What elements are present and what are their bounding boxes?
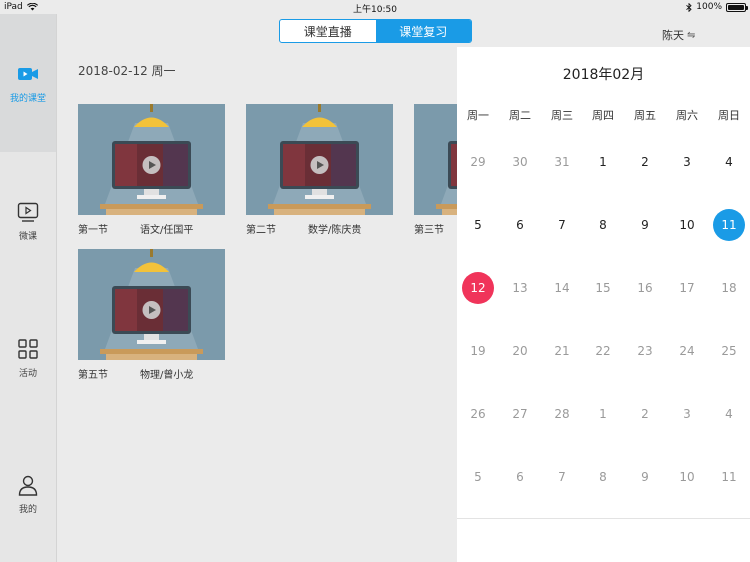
- calendar-day[interactable]: 3: [671, 398, 703, 430]
- calendar-day[interactable]: 6: [504, 461, 536, 493]
- tab-live-class[interactable]: 课堂直播: [280, 20, 376, 42]
- calendar-day[interactable]: 5: [462, 461, 494, 493]
- video-camera-icon: [18, 68, 38, 80]
- calendar-day[interactable]: 28: [546, 398, 578, 430]
- calendar-day[interactable]: 2: [629, 146, 661, 178]
- calendar-month-title: 2018年02月: [562, 67, 645, 83]
- lesson-thumbnail[interactable]: [78, 104, 225, 215]
- class-mode-tabs: 课堂直播 课堂复习: [279, 19, 472, 43]
- calendar-day[interactable]: 17: [671, 272, 703, 304]
- calendar-day[interactable]: 18: [713, 272, 745, 304]
- calendar-day[interactable]: 9: [629, 461, 661, 493]
- weekday-label: 周四: [592, 109, 614, 122]
- lesson-period: 第五节: [78, 370, 108, 381]
- swap-icon: ⇋: [687, 29, 696, 41]
- weekday-label: 周三: [551, 109, 573, 122]
- lesson-thumbnail[interactable]: [78, 249, 225, 360]
- sidebar-item-label: 微课: [18, 231, 37, 242]
- calendar-day[interactable]: 29: [462, 146, 494, 178]
- calendar-day[interactable]: 9: [629, 209, 661, 241]
- user-name: 陈天: [662, 29, 684, 42]
- sidebar: 我的课堂 微课 活动 我的: [0, 14, 57, 562]
- lesson-period: 第三节: [414, 225, 444, 236]
- calendar-day[interactable]: 5: [462, 209, 494, 241]
- battery-icon: [726, 2, 748, 12]
- calendar-day-today[interactable]: 12: [462, 272, 494, 304]
- calendar-day[interactable]: 26: [462, 398, 494, 430]
- calendar-day[interactable]: 20: [504, 335, 536, 367]
- lesson-card[interactable]: 第五节 物理/曾小龙: [78, 249, 225, 381]
- lesson-card[interactable]: 第三节: [414, 104, 457, 236]
- status-bar: iPad 上午10:50 100%: [0, 0, 750, 15]
- weekday-label: 周五: [634, 109, 656, 122]
- lesson-subject: 语文/任国平: [140, 225, 194, 236]
- calendar-panel: 2018年02月 周一 周二 周三 周四 周五 周六 周日 29 30 31 1 2 3 4…: [457, 47, 750, 562]
- lesson-period: 第二节: [246, 225, 276, 236]
- calendar-day[interactable]: 2: [629, 398, 661, 430]
- calendar-day[interactable]: 7: [546, 461, 578, 493]
- clock: 上午10:50: [353, 5, 397, 15]
- lesson-subject: 物理/曾小龙: [140, 370, 194, 381]
- lesson-period: 第一节: [78, 225, 108, 236]
- calendar-day-selected[interactable]: 11: [713, 209, 745, 241]
- calendar-day[interactable]: 1: [587, 398, 619, 430]
- calendar-day[interactable]: 8: [587, 461, 619, 493]
- calendar-day[interactable]: 4: [713, 398, 745, 430]
- lesson-subject: 数学/陈庆贵: [308, 225, 362, 236]
- bluetooth-icon: [686, 2, 692, 12]
- weekday-label: 周一: [467, 109, 489, 122]
- sidebar-item-label: 我的课堂: [9, 94, 46, 104]
- user-switcher[interactable]: 陈天 ⇋: [662, 27, 695, 43]
- calendar-day[interactable]: 7: [546, 209, 578, 241]
- calendar-day[interactable]: 22: [587, 335, 619, 367]
- calendar-day[interactable]: 19: [462, 335, 494, 367]
- calendar-day[interactable]: 13: [504, 272, 536, 304]
- calendar-day[interactable]: 10: [671, 209, 703, 241]
- sidebar-item-me[interactable]: 我的: [0, 426, 56, 562]
- calendar-divider: [457, 518, 750, 519]
- calendar-day[interactable]: 27: [504, 398, 536, 430]
- weekday-label: 周日: [718, 109, 740, 122]
- sidebar-item-micro-lesson[interactable]: 微课: [0, 152, 56, 289]
- calendar-day[interactable]: 21: [546, 335, 578, 367]
- battery-percent: 100%: [696, 2, 722, 12]
- calendar-day[interactable]: 4: [713, 146, 745, 178]
- lesson-card[interactable]: 第二节 数学/陈庆贵: [246, 104, 393, 236]
- tab-class-review[interactable]: 课堂复习: [375, 20, 471, 42]
- calendar-day[interactable]: 1: [587, 146, 619, 178]
- calendar-day[interactable]: 31: [546, 146, 578, 178]
- calendar-day[interactable]: 8: [587, 209, 619, 241]
- sidebar-item-label: 我的: [18, 505, 37, 515]
- calendar-day[interactable]: 11: [713, 461, 745, 493]
- grid-icon: [18, 338, 38, 359]
- calendar-day[interactable]: 16: [629, 272, 661, 304]
- sidebar-item-my-class[interactable]: 我的课堂: [0, 14, 56, 152]
- play-screen-icon: [17, 202, 39, 222]
- weekday-label: 周二: [509, 109, 531, 122]
- calendar-day[interactable]: 6: [504, 209, 536, 241]
- lesson-card[interactable]: 第一节 语文/任国平: [78, 104, 225, 236]
- person-icon: [18, 475, 38, 496]
- calendar-day[interactable]: 30: [504, 146, 536, 178]
- calendar-day[interactable]: 3: [671, 146, 703, 178]
- lesson-thumbnail[interactable]: [246, 104, 393, 215]
- calendar-day[interactable]: 10: [671, 461, 703, 493]
- calendar-day[interactable]: 25: [713, 335, 745, 367]
- lesson-thumbnail[interactable]: [414, 104, 457, 215]
- calendar-day[interactable]: 23: [629, 335, 661, 367]
- weekday-label: 周六: [676, 109, 698, 122]
- calendar-day[interactable]: 15: [587, 272, 619, 304]
- calendar-weekday-row: 周一 周二 周三 周四 周五 周六 周日: [457, 107, 750, 122]
- calendar-day[interactable]: 14: [546, 272, 578, 304]
- calendar-day[interactable]: 24: [671, 335, 703, 367]
- sidebar-item-activity[interactable]: 活动: [0, 289, 56, 426]
- sidebar-item-label: 活动: [18, 368, 37, 379]
- date-heading: 2018-02-12 周一: [78, 64, 176, 78]
